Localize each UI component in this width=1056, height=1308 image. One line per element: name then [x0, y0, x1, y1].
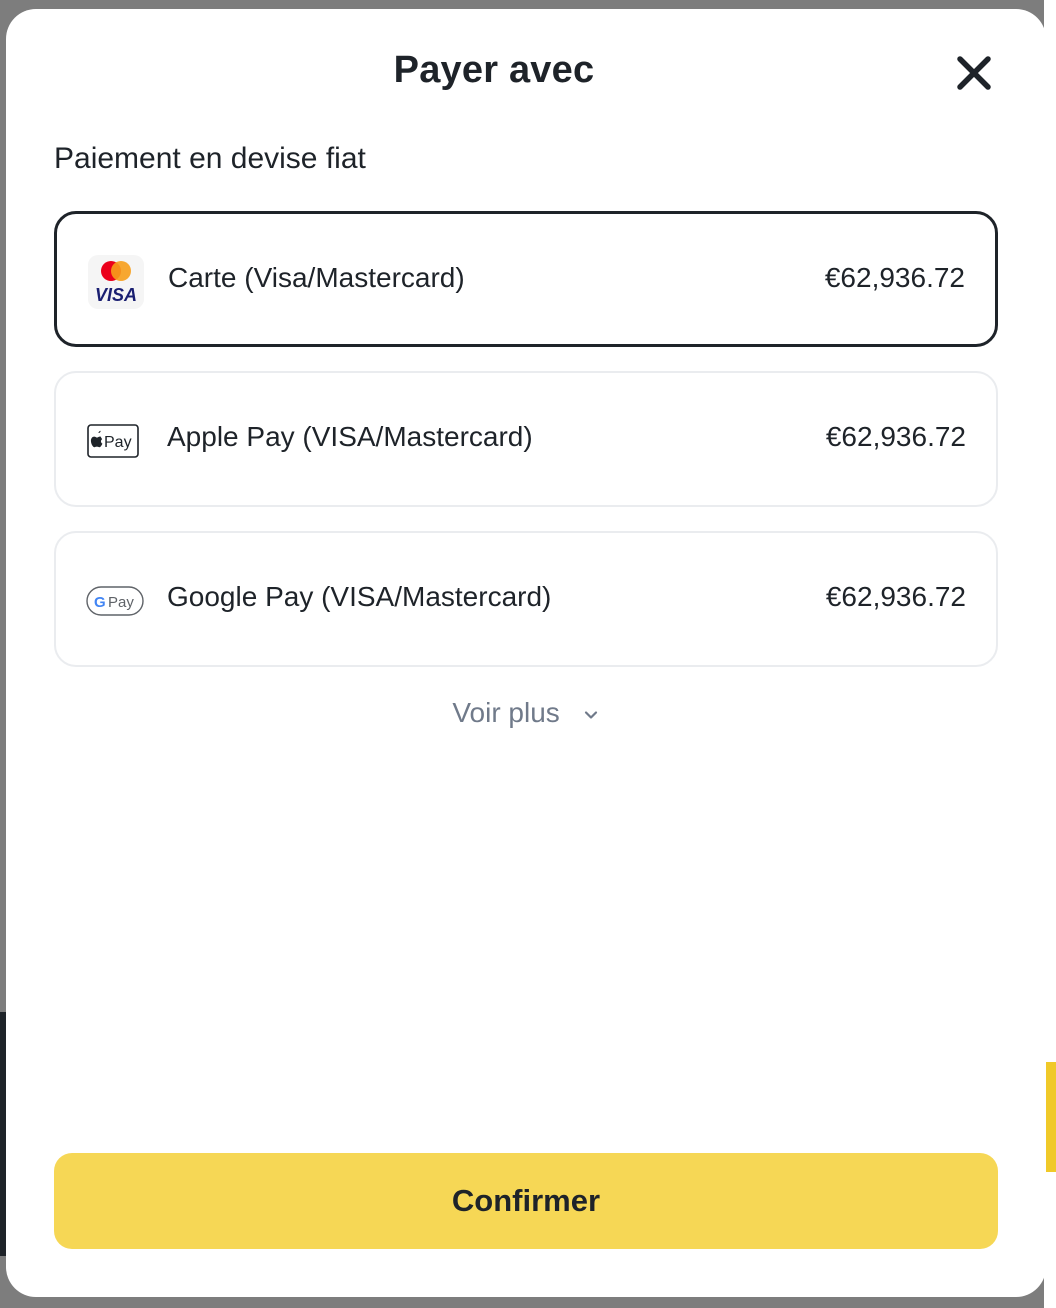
close-button[interactable] [952, 51, 996, 95]
visa-icon-text: VISA [95, 285, 137, 305]
modal-title: Payer avec [393, 49, 595, 91]
payment-method-amount: €62,936.72 [825, 421, 966, 452]
payment-method-amount: €62,936.72 [824, 262, 965, 293]
payment-method-label: Google Pay (VISA/Mastercard) [167, 581, 552, 612]
close-icon [957, 56, 991, 90]
payment-modal: Payer avec Paiement en devise fiat VISA … [6, 9, 1046, 1297]
section-title: Paiement en devise fiat [54, 142, 366, 175]
visa-mastercard-icon: VISA [87, 254, 145, 310]
see-more-label: Voir plus [452, 697, 560, 728]
payment-method-card[interactable]: VISA Carte (Visa/Mastercard) €62,936.72 [54, 211, 998, 347]
payment-method-label: Apple Pay (VISA/Mastercard) [167, 421, 533, 452]
see-more-button[interactable]: Voir plus [6, 697, 1046, 729]
apple-pay-icon: Pay [86, 413, 144, 469]
chevron-down-icon [584, 711, 597, 719]
payment-method-label: Carte (Visa/Mastercard) [168, 262, 465, 293]
payment-method-amount: €62,936.72 [825, 581, 966, 612]
payment-methods-list: VISA Carte (Visa/Mastercard) €62,936.72 … [54, 211, 998, 691]
payment-method-google-pay[interactable]: G Pay Google Pay (VISA/Mastercard) €62,9… [54, 531, 998, 667]
apple-pay-icon-text: Pay [104, 434, 132, 451]
google-pay-icon-text: Pay [108, 594, 134, 611]
google-pay-icon: G Pay [86, 573, 144, 629]
modal-header: Payer avec [6, 9, 1046, 139]
confirm-button[interactable]: Confirmer [54, 1153, 998, 1249]
payment-method-apple-pay[interactable]: Pay Apple Pay (VISA/Mastercard) €62,936.… [54, 371, 998, 507]
google-pay-icon-letter: G [94, 594, 106, 611]
